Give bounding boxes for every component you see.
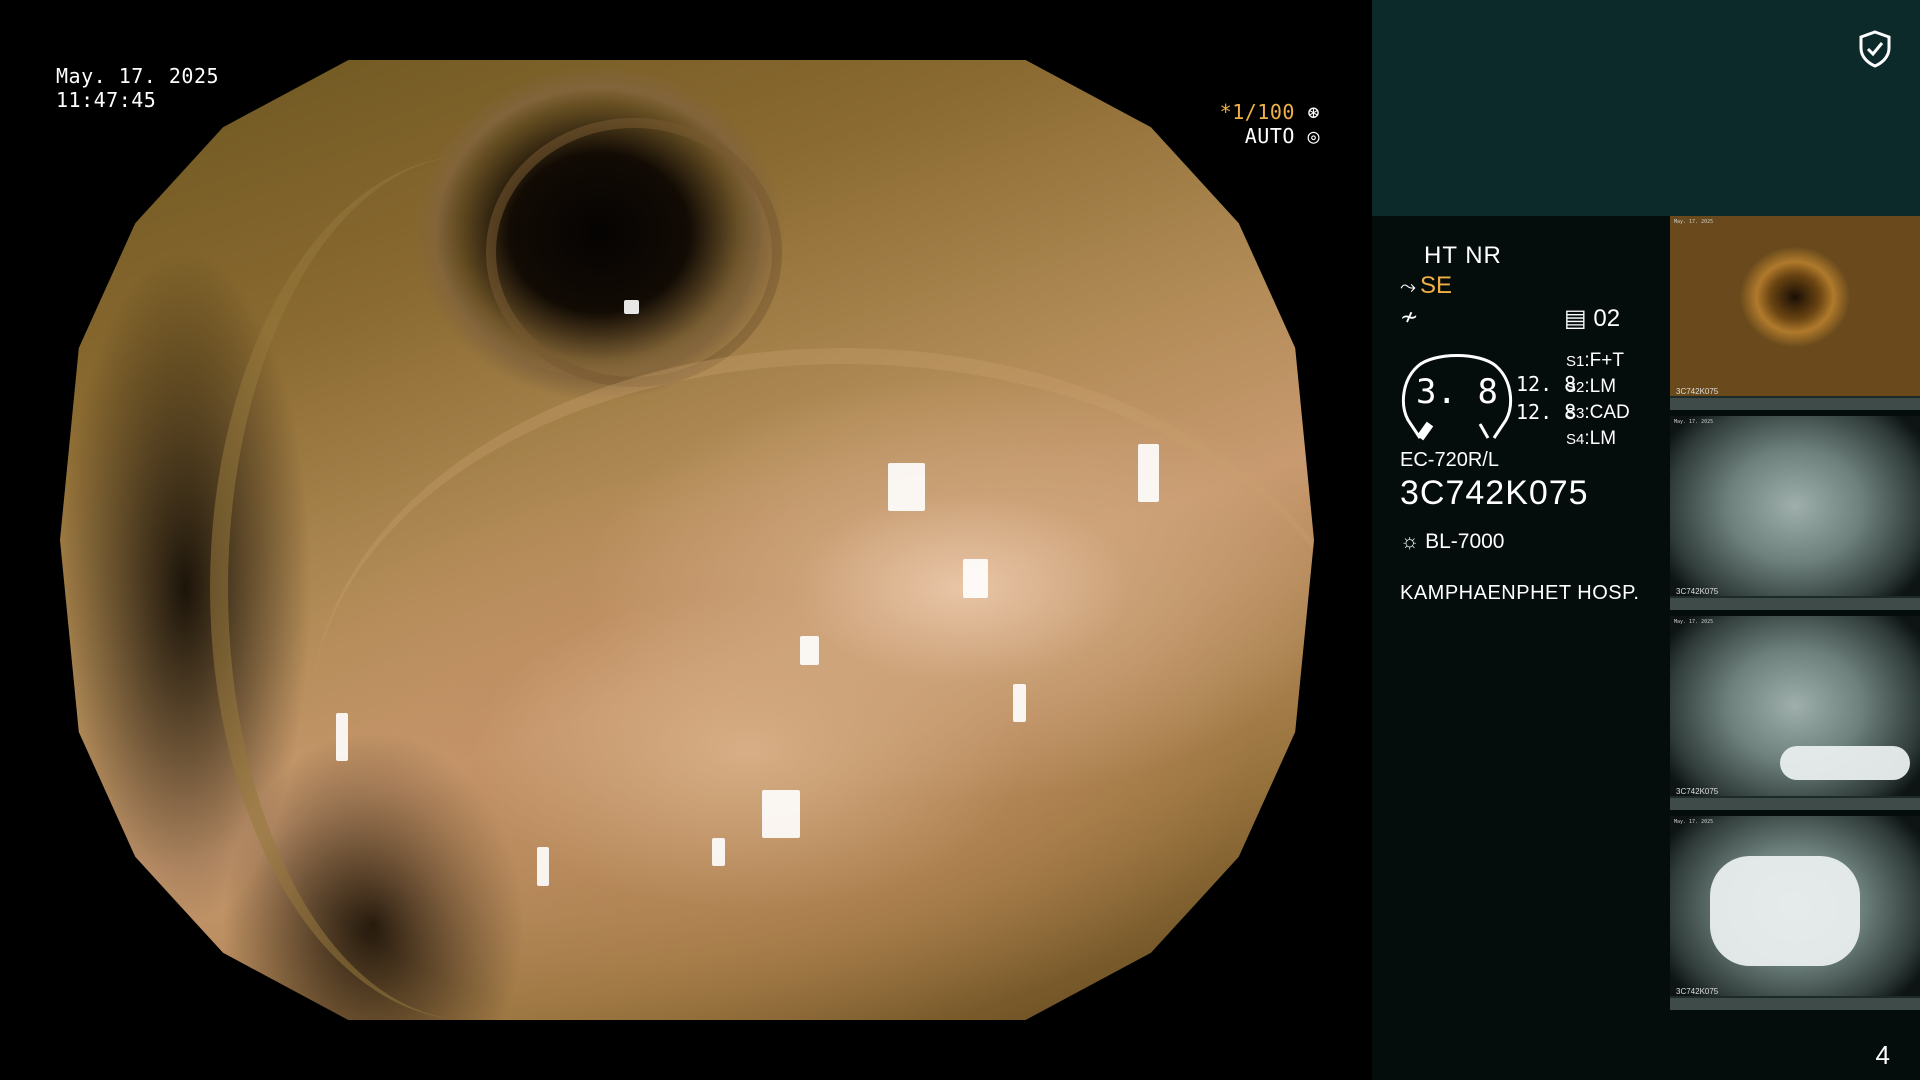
switch-list: S1:F+T S2:LM S3:CAD S4:LM — [1566, 348, 1630, 452]
waveform-icon: ≁ — [1400, 304, 1419, 329]
capture-thumbnail[interactable]: May. 17. 2025 3C742K075 — [1670, 216, 1920, 410]
thumbnail-image — [1670, 416, 1920, 596]
thumbnail-serial: 3C742K075 — [1676, 587, 1719, 596]
switch-value: CAD — [1589, 402, 1630, 423]
glare — [335, 712, 349, 761]
gauge-value: 3. 8 — [1416, 372, 1498, 412]
switch-key: S1 — [1566, 353, 1585, 370]
glare — [762, 789, 800, 838]
thumbnail-date: May. 17. 2025 — [1674, 819, 1714, 825]
capture-thumbnail[interactable]: May. 17. 2025 3C742K075 — [1670, 816, 1920, 1010]
page-number: 4 — [1875, 1040, 1890, 1070]
glove-shape — [1710, 856, 1860, 966]
scope-icon: ⤳ — [1400, 276, 1416, 298]
ht-nr-label: HT NR — [1424, 242, 1502, 269]
exposure-info: *1/100 ⊛ AUTO ◎ — [1220, 100, 1320, 148]
thumbnail-date: May. 17. 2025 — [1674, 419, 1714, 425]
se-row: ⤳ SE — [1400, 272, 1452, 300]
panel-header — [1372, 0, 1920, 216]
thumbnail-date: May. 17. 2025 — [1674, 219, 1714, 225]
auto-exposure-icon: ◎ — [1307, 124, 1320, 148]
glare — [712, 837, 725, 867]
thumbnail-serial: 3C742K075 — [1676, 787, 1719, 796]
glare — [1013, 684, 1026, 723]
glare — [624, 300, 640, 315]
thumbnail-footer — [1670, 998, 1920, 1010]
glare — [1138, 444, 1159, 502]
glare — [536, 847, 550, 886]
thumbnail-serial: 3C742K075 — [1676, 987, 1719, 996]
glare — [887, 463, 926, 512]
switch-key: S4 — [1566, 431, 1585, 448]
preset-row: ▤ 02 — [1564, 304, 1620, 333]
exposure-mode: AUTO — [1244, 124, 1295, 148]
light-source-value: BL-7000 — [1425, 530, 1505, 553]
switch-value: F+T — [1589, 350, 1624, 371]
preset-value: 02 — [1593, 305, 1621, 332]
light-source-row: ☼ BL-7000 — [1400, 530, 1505, 554]
datetime: May. 17. 2025 11:47:45 — [56, 64, 219, 112]
glare — [799, 636, 819, 665]
info-panel: HT NR ⤳ SE ≁ ▤ 02 3. 8 12. 8 12. 8 S1:F+T… — [1372, 0, 1920, 1080]
hospital-name: KAMPHAENPHET HOSP. — [1400, 582, 1640, 604]
switch-item: S1:F+T — [1566, 350, 1624, 371]
light-source-icon: ☼ — [1400, 530, 1420, 553]
switch-item: S2:LM — [1566, 376, 1617, 397]
thumbnail-footer — [1670, 598, 1920, 610]
capture-thumbnail[interactable]: May. 17. 2025 3C742K075 — [1670, 416, 1920, 610]
glove-shape — [1780, 746, 1910, 780]
thumbnail-footer — [1670, 798, 1920, 810]
switch-value: LM — [1589, 428, 1617, 449]
switch-key: S3 — [1566, 405, 1585, 422]
iris-icon: ⊛ — [1307, 100, 1320, 124]
thumbnail-image — [1670, 216, 1920, 396]
se-label: SE — [1420, 272, 1453, 299]
capture-thumbnail[interactable]: May. 17. 2025 3C742K075 — [1670, 616, 1920, 810]
switch-item: S4:LM — [1566, 428, 1617, 449]
switch-key: S2 — [1566, 379, 1585, 396]
mucosal-fold — [310, 348, 1314, 1020]
time-text: 11:47:45 — [56, 88, 157, 112]
security-shield-icon — [1859, 30, 1891, 68]
thumbnail-serial: 3C742K075 — [1676, 387, 1719, 396]
switch-value: LM — [1589, 376, 1617, 397]
scope-serial: 3C742K075 — [1400, 474, 1589, 512]
thumbnail-footer — [1670, 398, 1920, 410]
preset-icon: ▤ — [1564, 305, 1587, 332]
thumbnail-date: May. 17. 2025 — [1674, 619, 1714, 625]
shutter-speed: *1/100 — [1219, 100, 1295, 124]
glare — [962, 559, 988, 598]
endoscope-image — [60, 60, 1314, 1020]
scope-model: EC-720R/L — [1400, 449, 1499, 471]
date-text: May. 17. 2025 — [56, 64, 220, 88]
endoscope-view: May. 17. 2025 11:47:45 *1/100 ⊛ AUTO ◎ — [0, 0, 1372, 1080]
switch-item: S3:CAD — [1566, 402, 1630, 423]
